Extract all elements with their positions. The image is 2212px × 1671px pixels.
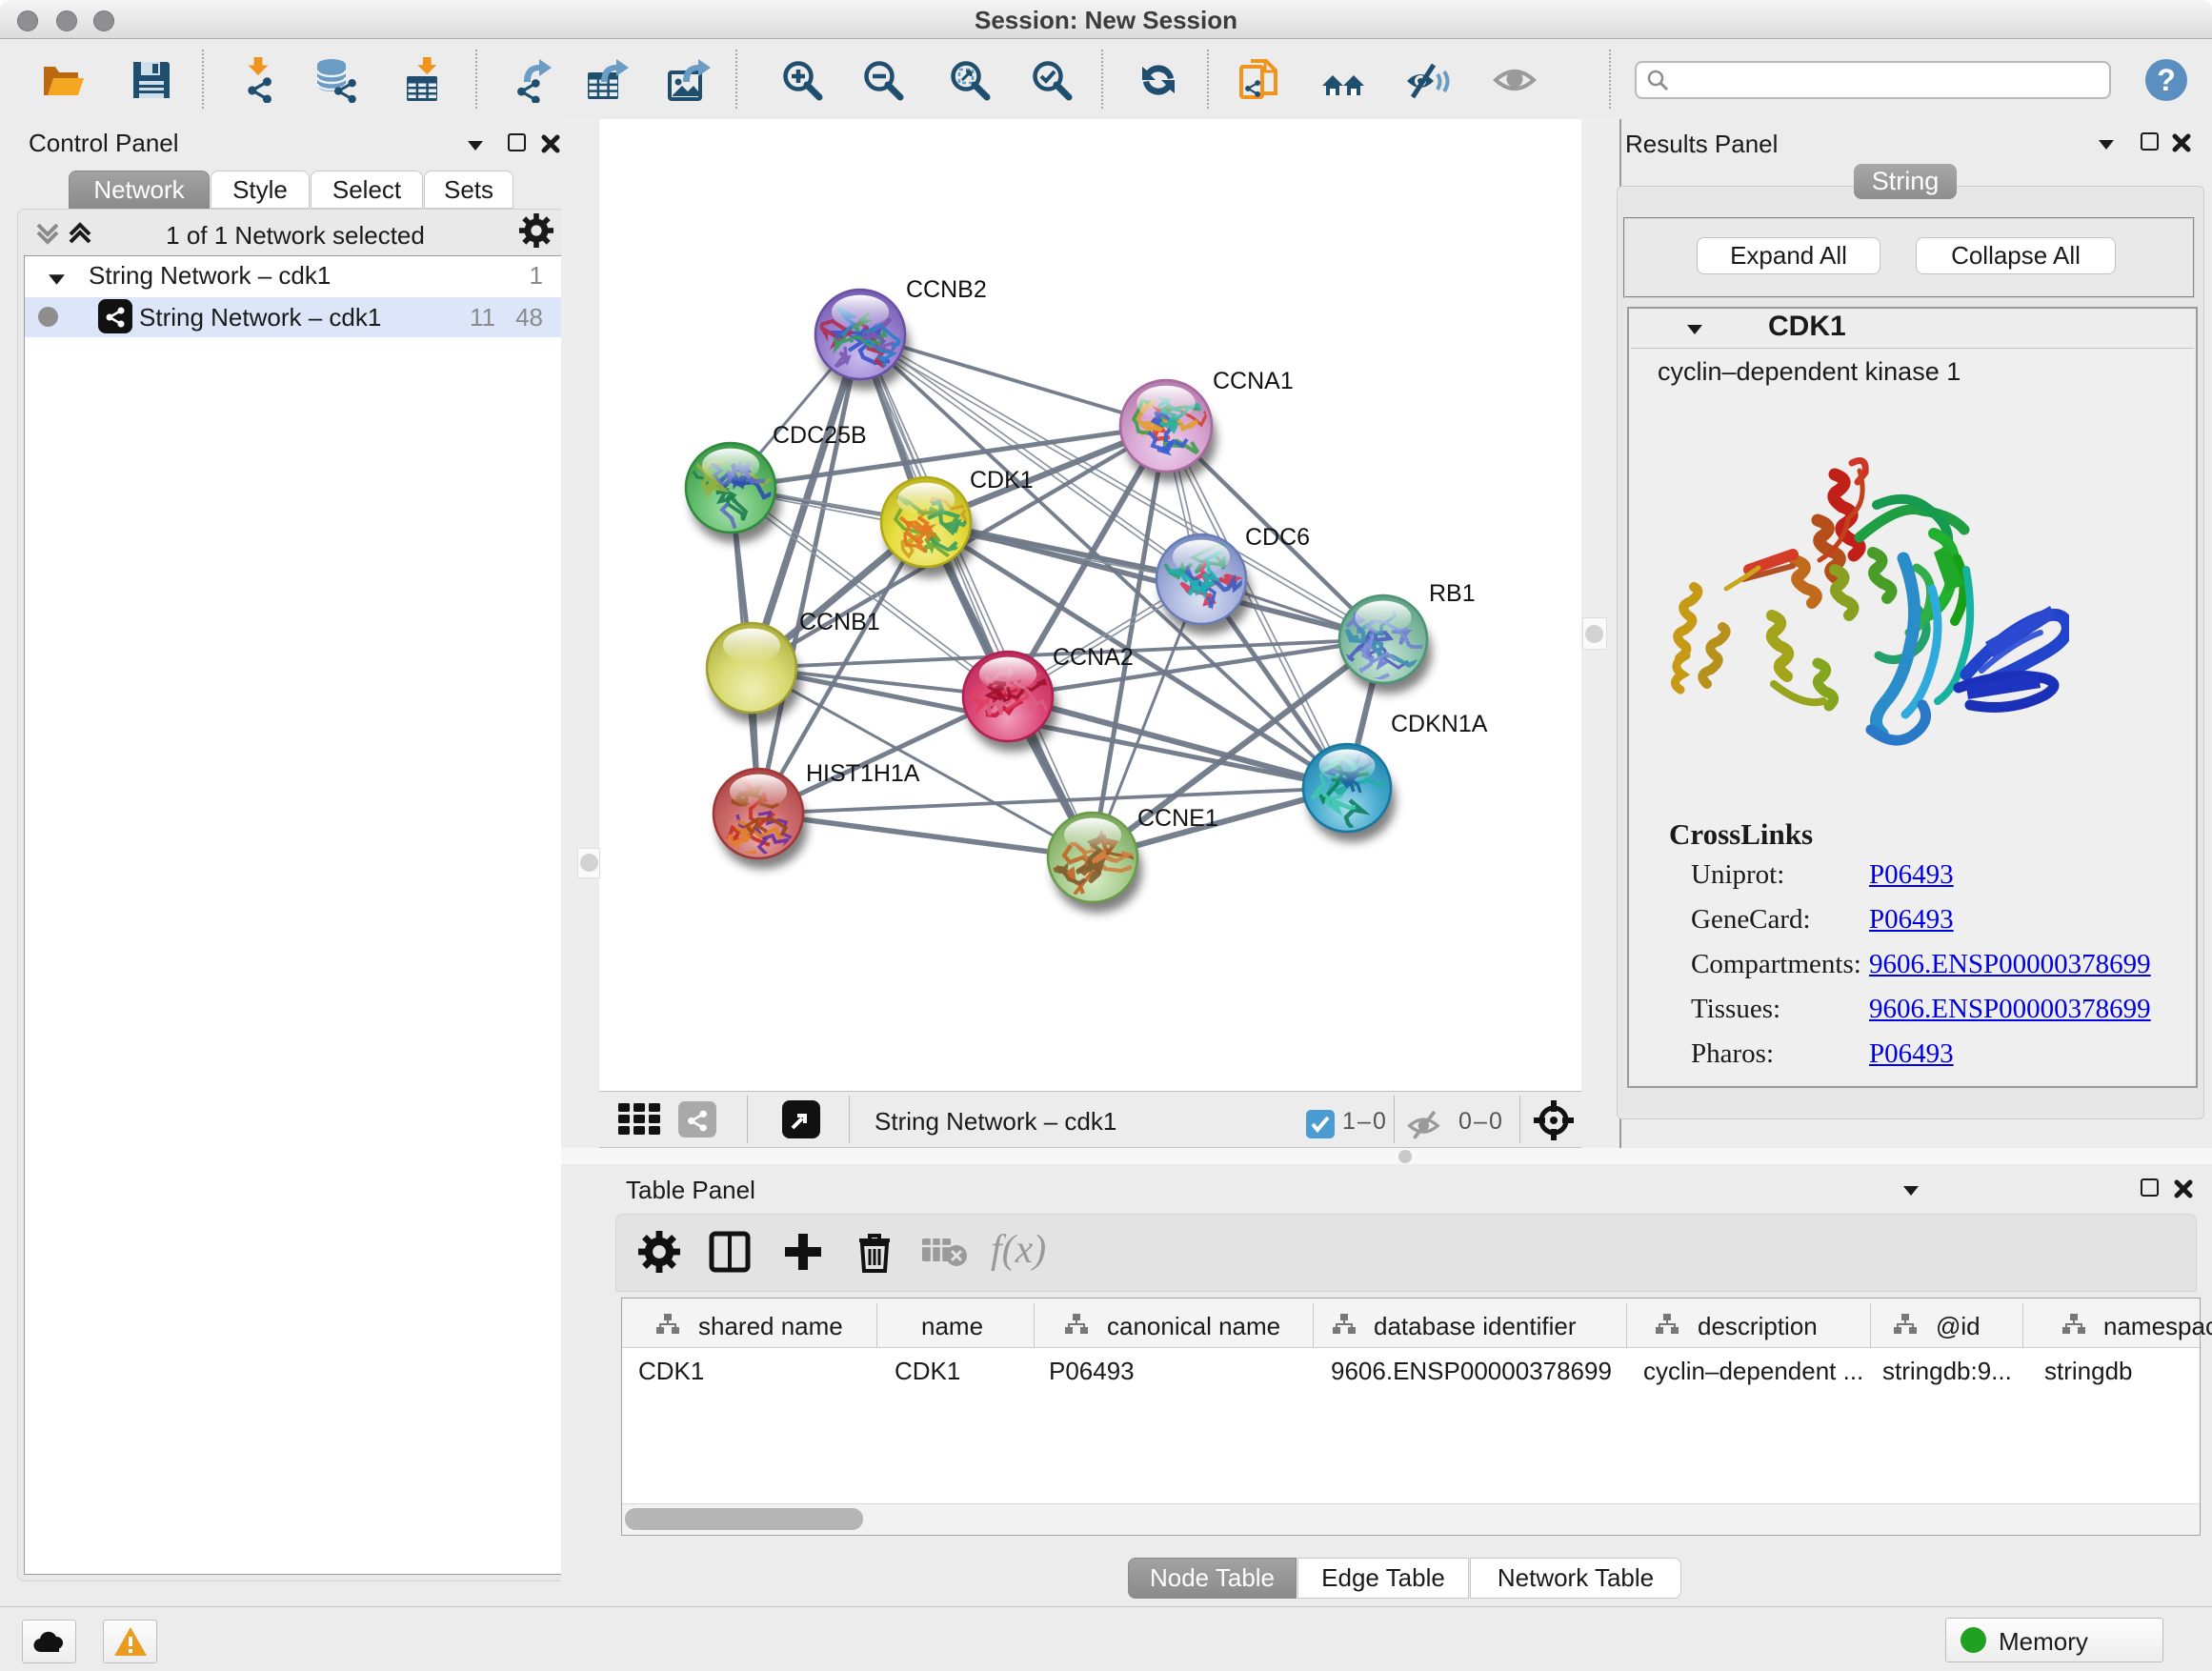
svg-text:CCNA1: CCNA1 xyxy=(1213,368,1294,394)
svg-text:CCNB1: CCNB1 xyxy=(799,609,880,635)
svg-text:HIST1H1A: HIST1H1A xyxy=(806,760,920,787)
svg-text:CCNA2: CCNA2 xyxy=(1053,644,1134,671)
svg-text:CCNB2: CCNB2 xyxy=(906,276,987,303)
svg-text:RB1: RB1 xyxy=(1429,580,1476,607)
svg-text:CDC6: CDC6 xyxy=(1245,524,1310,551)
svg-text:CDK1: CDK1 xyxy=(970,467,1034,493)
svg-text:CDC25B: CDC25B xyxy=(773,422,867,449)
svg-text:CDKN1A: CDKN1A xyxy=(1391,711,1488,737)
svg-text:CCNE1: CCNE1 xyxy=(1137,805,1218,832)
